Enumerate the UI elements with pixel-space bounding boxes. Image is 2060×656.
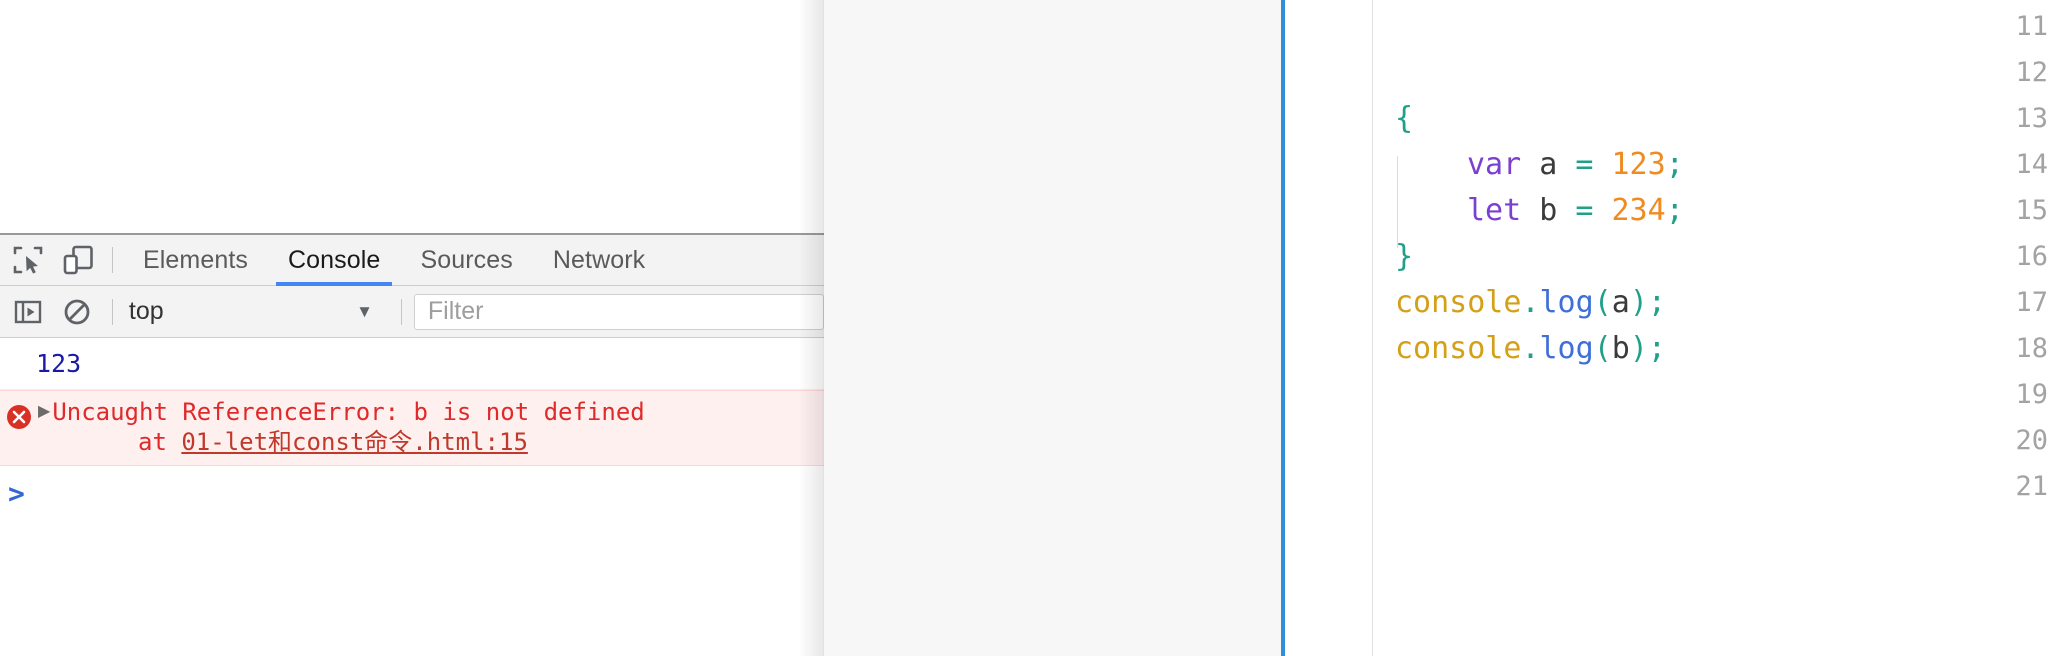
line-number: 20	[2015, 425, 2048, 456]
console-sidebar-icon[interactable]	[8, 291, 49, 333]
editor-line-number-gutter	[1285, 0, 1373, 656]
code-token: console	[1395, 285, 1522, 320]
code-token: log	[1539, 285, 1594, 320]
line-number: 17	[2015, 287, 2048, 318]
tab-network-label: Network	[552, 245, 646, 274]
console-filter-placeholder: Filter	[427, 297, 484, 325]
toolbar-divider	[112, 247, 113, 273]
line-number: 13	[2015, 103, 2048, 134]
code-token: ;	[1665, 193, 1684, 228]
devtools-panel: Elements Console Sources Network top ▼ F…	[0, 233, 824, 656]
tab-elements[interactable]: Elements	[123, 235, 268, 286]
console-filter-input[interactable]: Filter	[413, 293, 824, 330]
code-token: )	[1629, 331, 1648, 366]
indent-guide	[1397, 156, 1398, 248]
line-number: 12	[2015, 57, 2048, 88]
code-line[interactable]: console.log(b);	[1395, 326, 1666, 372]
code-token: ;	[1647, 285, 1666, 320]
console-toolbar-divider-2	[400, 298, 402, 325]
code-editor-pane[interactable]: 10111213{14var a = 123;15let b = 234;16}…	[1281, 0, 2060, 656]
tab-elements-label: Elements	[143, 245, 249, 274]
code-token: b	[1539, 193, 1558, 228]
code-token: let	[1467, 193, 1522, 228]
error-source-link[interactable]: 01-let和const命令.html:15	[181, 428, 528, 456]
console-toolbar: top ▼ Filter	[0, 286, 824, 338]
code-token: )	[1629, 285, 1648, 320]
error-stack-row: at 01-let和const命令.html:15	[38, 427, 645, 457]
code-token: =	[1575, 147, 1594, 182]
error-icon	[6, 404, 32, 430]
line-number: 18	[2015, 333, 2048, 364]
code-token: var	[1467, 147, 1522, 182]
code-token: 123	[1611, 147, 1666, 182]
execution-context-value: top	[128, 297, 164, 325]
middle-blank-pane	[824, 0, 1281, 656]
execution-context-select[interactable]: top ▼	[125, 292, 387, 332]
code-token: (	[1593, 285, 1612, 320]
code-token: ;	[1647, 331, 1666, 366]
tab-console[interactable]: Console	[268, 235, 400, 286]
devtools-tabbar: Elements Console Sources Network	[0, 235, 824, 286]
line-number: 11	[2015, 11, 2048, 42]
code-token: .	[1521, 331, 1540, 366]
console-prompt-row[interactable]: >	[0, 466, 824, 522]
code-token: ;	[1665, 147, 1684, 182]
prompt-chevron-icon: >	[8, 477, 25, 510]
code-token: 234	[1611, 193, 1666, 228]
console-error-message[interactable]: ▶ Uncaught ReferenceError: b is not defi…	[0, 390, 824, 466]
code-token: {	[1395, 101, 1414, 136]
code-token: a	[1539, 147, 1558, 182]
chevron-down-icon: ▼	[356, 302, 373, 321]
console-log-message[interactable]: 123	[0, 338, 824, 390]
tab-sources-label: Sources	[420, 245, 513, 274]
code-line[interactable]: let b = 234;	[1467, 188, 1684, 234]
code-line[interactable]: console.log(a);	[1395, 280, 1666, 326]
code-token: (	[1593, 331, 1612, 366]
devtools-tab-list: Elements Console Sources Network	[123, 235, 665, 286]
line-number: 16	[2015, 241, 2048, 272]
line-number: 14	[2015, 149, 2048, 180]
console-log-value: 123	[36, 349, 82, 378]
clear-console-icon[interactable]	[57, 291, 98, 333]
line-number: 21	[2015, 471, 2048, 502]
code-token: log	[1539, 331, 1594, 366]
tab-sources[interactable]: Sources	[400, 235, 532, 286]
tab-network[interactable]: Network	[533, 235, 665, 286]
code-token: b	[1611, 331, 1630, 366]
error-expander-icon[interactable]: ▶	[38, 397, 50, 427]
code-line[interactable]: var a = 123;	[1467, 142, 1684, 188]
code-token: .	[1521, 285, 1540, 320]
code-token: =	[1575, 193, 1594, 228]
inspect-element-icon[interactable]	[6, 238, 50, 282]
line-number: 19	[2015, 379, 2048, 410]
code-token: a	[1611, 285, 1630, 320]
console-message-list: 123 ▶ Uncaught ReferenceError: b is not …	[0, 338, 824, 522]
code-token: console	[1395, 331, 1522, 366]
tab-console-label: Console	[288, 245, 381, 274]
line-number: 15	[2015, 195, 2048, 226]
console-toolbar-divider	[111, 298, 113, 325]
screen-root: Elements Console Sources Network top ▼ F…	[0, 0, 2060, 656]
device-toolbar-icon[interactable]	[56, 238, 100, 282]
browser-left-pane: Elements Console Sources Network top ▼ F…	[0, 0, 824, 656]
page-viewport	[0, 0, 824, 233]
code-line[interactable]: {	[1395, 96, 1413, 142]
error-stack-prefix: at	[138, 428, 182, 456]
error-text: Uncaught ReferenceError: b is not define…	[52, 398, 645, 426]
